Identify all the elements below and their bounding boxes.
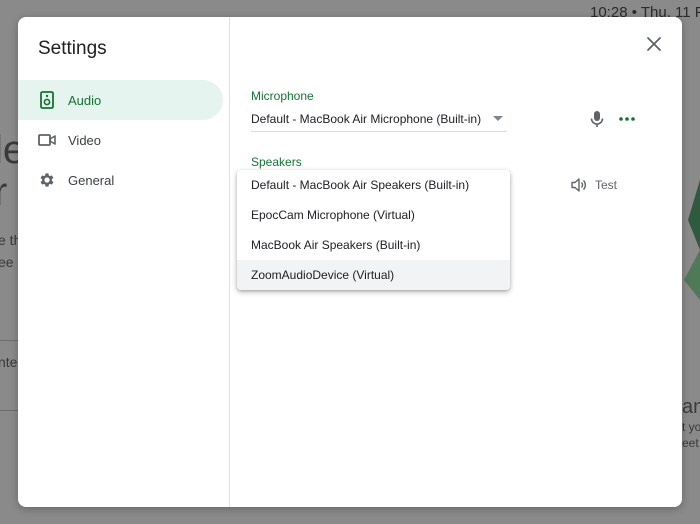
close-icon <box>647 37 661 51</box>
close-button[interactable] <box>644 34 664 54</box>
background-text-fragment: t yo <box>682 420 700 434</box>
more-options-button[interactable] <box>615 107 639 131</box>
microphone-label: Microphone <box>251 89 314 103</box>
speakers-test-button[interactable]: Test <box>571 174 617 196</box>
microphone-selected-value: Default - MacBook Air Microphone (Built-… <box>251 111 482 126</box>
test-label: Test <box>595 178 618 192</box>
dialog-title: Settings <box>38 38 107 59</box>
video-camera-icon <box>38 131 56 149</box>
background-text-fragment: nte <box>0 354 18 370</box>
background-divider <box>0 340 18 341</box>
speaker-device-icon <box>38 91 56 109</box>
dropdown-option-hovered[interactable]: ZoomAudioDevice (Virtual) <box>237 260 510 290</box>
speakers-dropdown-menu: Default - MacBook Air Speakers (Built-in… <box>237 170 510 290</box>
settings-sidebar: Settings Audio Video General <box>18 17 230 507</box>
gear-icon <box>38 171 56 189</box>
more-horizontal-icon <box>619 117 635 121</box>
microphone-select[interactable]: Default - MacBook Air Microphone (Built-… <box>251 106 507 132</box>
microphone-icon <box>590 111 604 127</box>
dropdown-option[interactable]: EpocCam Microphone (Virtual) <box>237 200 510 230</box>
volume-icon <box>571 178 586 192</box>
chevron-down-icon <box>493 116 503 121</box>
sidebar-item-audio[interactable]: Audio <box>18 80 223 120</box>
background-divider <box>0 410 18 411</box>
background-text-fragment: ee <box>0 254 14 270</box>
dropdown-option[interactable]: MacBook Air Speakers (Built-in) <box>237 230 510 260</box>
sidebar-item-label: Audio <box>68 92 102 108</box>
background-text-fragment: an <box>682 396 700 418</box>
microphone-test-button[interactable] <box>585 107 609 131</box>
sidebar-item-label: Video <box>68 132 102 148</box>
sidebar-item-general[interactable]: General <box>18 160 223 200</box>
background-illustration <box>684 180 700 300</box>
dropdown-option[interactable]: Default - MacBook Air Speakers (Built-in… <box>237 170 510 200</box>
background-text-fragment: eet <box>682 436 699 450</box>
sidebar-item-label: General <box>68 172 115 188</box>
sidebar-item-video[interactable]: Video <box>18 120 223 160</box>
speakers-label: Speakers <box>251 155 302 169</box>
